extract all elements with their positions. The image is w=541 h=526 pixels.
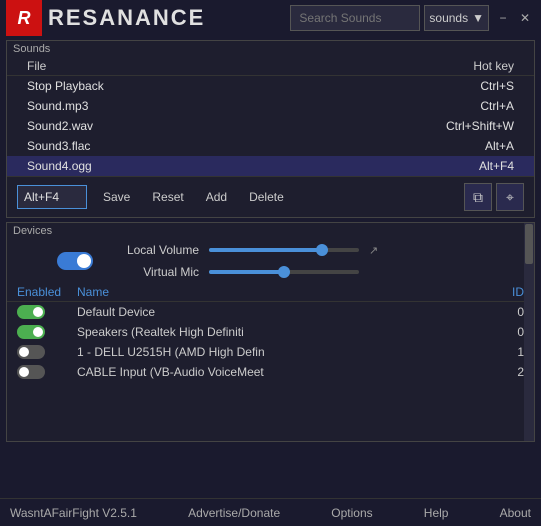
virtual-mic-slider[interactable] [209, 270, 359, 274]
advertise-link[interactable]: Advertise/Donate [188, 506, 280, 520]
playback-toggle[interactable] [57, 252, 93, 270]
minimize-button[interactable]: − [493, 8, 513, 28]
devices-section-label: Devices [7, 223, 534, 239]
device-toggle[interactable] [17, 305, 45, 319]
status-bar: WasntAFairFight V2.5.1 Advertise/Donate … [0, 498, 541, 526]
table-row[interactable]: Sound.mp3 Ctrl+A [7, 96, 534, 116]
toggle-knob [33, 307, 43, 317]
about-link[interactable]: About [500, 506, 531, 520]
delete-button[interactable]: Delete [243, 188, 290, 206]
sound-filename: Sound3.flac [27, 139, 90, 153]
table-row[interactable]: Sound3.flac Alt+A [7, 136, 534, 156]
sounds-table-body: Stop Playback Ctrl+S Sound.mp3 Ctrl+A Sound2… [7, 76, 534, 176]
toggle-knob [19, 367, 29, 377]
local-volume-slider[interactable] [209, 248, 359, 252]
local-volume-link-icon[interactable]: ↗ [369, 244, 378, 257]
sound-hotkey: Ctrl+Shift+W [446, 119, 514, 133]
add-button[interactable]: Add [200, 188, 233, 206]
list-item[interactable]: CABLE Input (VB-Audio VoiceMeet 2 [7, 362, 534, 382]
sounds-dropdown[interactable]: sounds ▼ [424, 5, 489, 31]
virtual-mic-row: Virtual Mic [109, 265, 524, 279]
sound-filename: Stop Playback [27, 79, 104, 93]
sounds-section-label: Sounds [7, 41, 534, 57]
local-volume-row: Local Volume ↗ [109, 243, 524, 257]
options-link[interactable]: Options [331, 506, 372, 520]
devices-table-body: Default Device 0 Speakers (Realtek High … [7, 302, 534, 382]
logo-area: R RESANANCE [6, 0, 205, 36]
hotkey-input[interactable] [17, 185, 87, 209]
icon-buttons: ⧉ ⌖ [464, 183, 524, 211]
title-bar-right: sounds ▼ − ✕ [290, 5, 535, 31]
toggle-knob [77, 254, 91, 268]
toggle-knob [19, 347, 29, 357]
list-item[interactable]: Default Device 0 [7, 302, 534, 322]
device-toggle[interactable] [17, 345, 45, 359]
scrollbar-thumb [525, 224, 533, 264]
device-id: 0 [474, 325, 524, 339]
table-row[interactable]: Sound2.wav Ctrl+Shift+W [7, 116, 534, 136]
save-button[interactable]: Save [97, 188, 136, 206]
sound-hotkey: Alt+F4 [479, 159, 514, 173]
table-row[interactable]: Stop Playback Ctrl+S [7, 76, 534, 96]
close-button[interactable]: ✕ [515, 8, 535, 28]
toggle-knob [33, 327, 43, 337]
list-item[interactable]: 1 - DELL U2515H (AMD High Defin 1 [7, 342, 534, 362]
sounds-section: Sounds File Hot key Stop PlaybackCtrl+SS… [6, 40, 535, 218]
virtual-mic-label: Virtual Mic [109, 265, 199, 279]
device-id: 2 [474, 365, 524, 379]
sound-filename: Sound4.ogg [27, 159, 92, 173]
cursor-icon-button[interactable]: ⌖ [496, 183, 524, 211]
sound-filename: Sound2.wav [27, 119, 93, 133]
virtual-mic-fill [209, 270, 284, 274]
chevron-down-icon: ▼ [472, 11, 484, 25]
sounds-table-header: File Hot key [7, 57, 534, 76]
help-link[interactable]: Help [424, 506, 449, 520]
devices-table-header: Enabled Name ID [7, 283, 534, 302]
title-buttons: − ✕ [493, 8, 535, 28]
copy-icon-button[interactable]: ⧉ [464, 183, 492, 211]
local-volume-label: Local Volume [109, 243, 199, 257]
device-toggle[interactable] [17, 325, 45, 339]
devices-section: Devices Local Volume ↗ Virtual Mic [6, 222, 535, 442]
controls-bar: Save Reset Add Delete ⧉ ⌖ [7, 176, 534, 217]
device-name: Speakers (Realtek High Definiti [77, 325, 474, 339]
search-input[interactable] [290, 5, 420, 31]
scrollbar[interactable] [524, 223, 534, 441]
list-item[interactable]: Speakers (Realtek High Definiti 0 [7, 322, 534, 342]
sound-filename: Sound.mp3 [27, 99, 88, 113]
col-name-header: Name [77, 285, 474, 299]
col-id-header: ID [474, 285, 524, 299]
local-volume-thumb [316, 244, 328, 256]
device-id: 0 [474, 305, 524, 319]
sound-hotkey: Ctrl+S [480, 79, 514, 93]
sound-hotkey: Alt+A [485, 139, 514, 153]
sound-hotkey: Ctrl+A [480, 99, 514, 113]
device-id: 1 [474, 345, 524, 359]
table-row[interactable]: Sound4.ogg Alt+F4 [7, 156, 534, 176]
virtual-mic-thumb [278, 266, 290, 278]
col-hotkey-header: Hot key [473, 59, 514, 73]
version-label: WasntAFairFight V2.5.1 [10, 506, 137, 520]
device-name: CABLE Input (VB-Audio VoiceMeet [77, 365, 474, 379]
dropdown-label: sounds [429, 11, 468, 25]
col-enabled-header: Enabled [17, 285, 77, 299]
title-bar: R RESANANCE sounds ▼ − ✕ [0, 0, 541, 36]
device-name: 1 - DELL U2515H (AMD High Defin [77, 345, 474, 359]
logo-text: RESANANCE [48, 5, 205, 31]
logo-icon: R [6, 0, 42, 36]
col-file-header: File [27, 59, 46, 73]
device-name: Default Device [77, 305, 474, 319]
device-toggle[interactable] [17, 365, 45, 379]
reset-button[interactable]: Reset [146, 188, 189, 206]
local-volume-fill [209, 248, 322, 252]
